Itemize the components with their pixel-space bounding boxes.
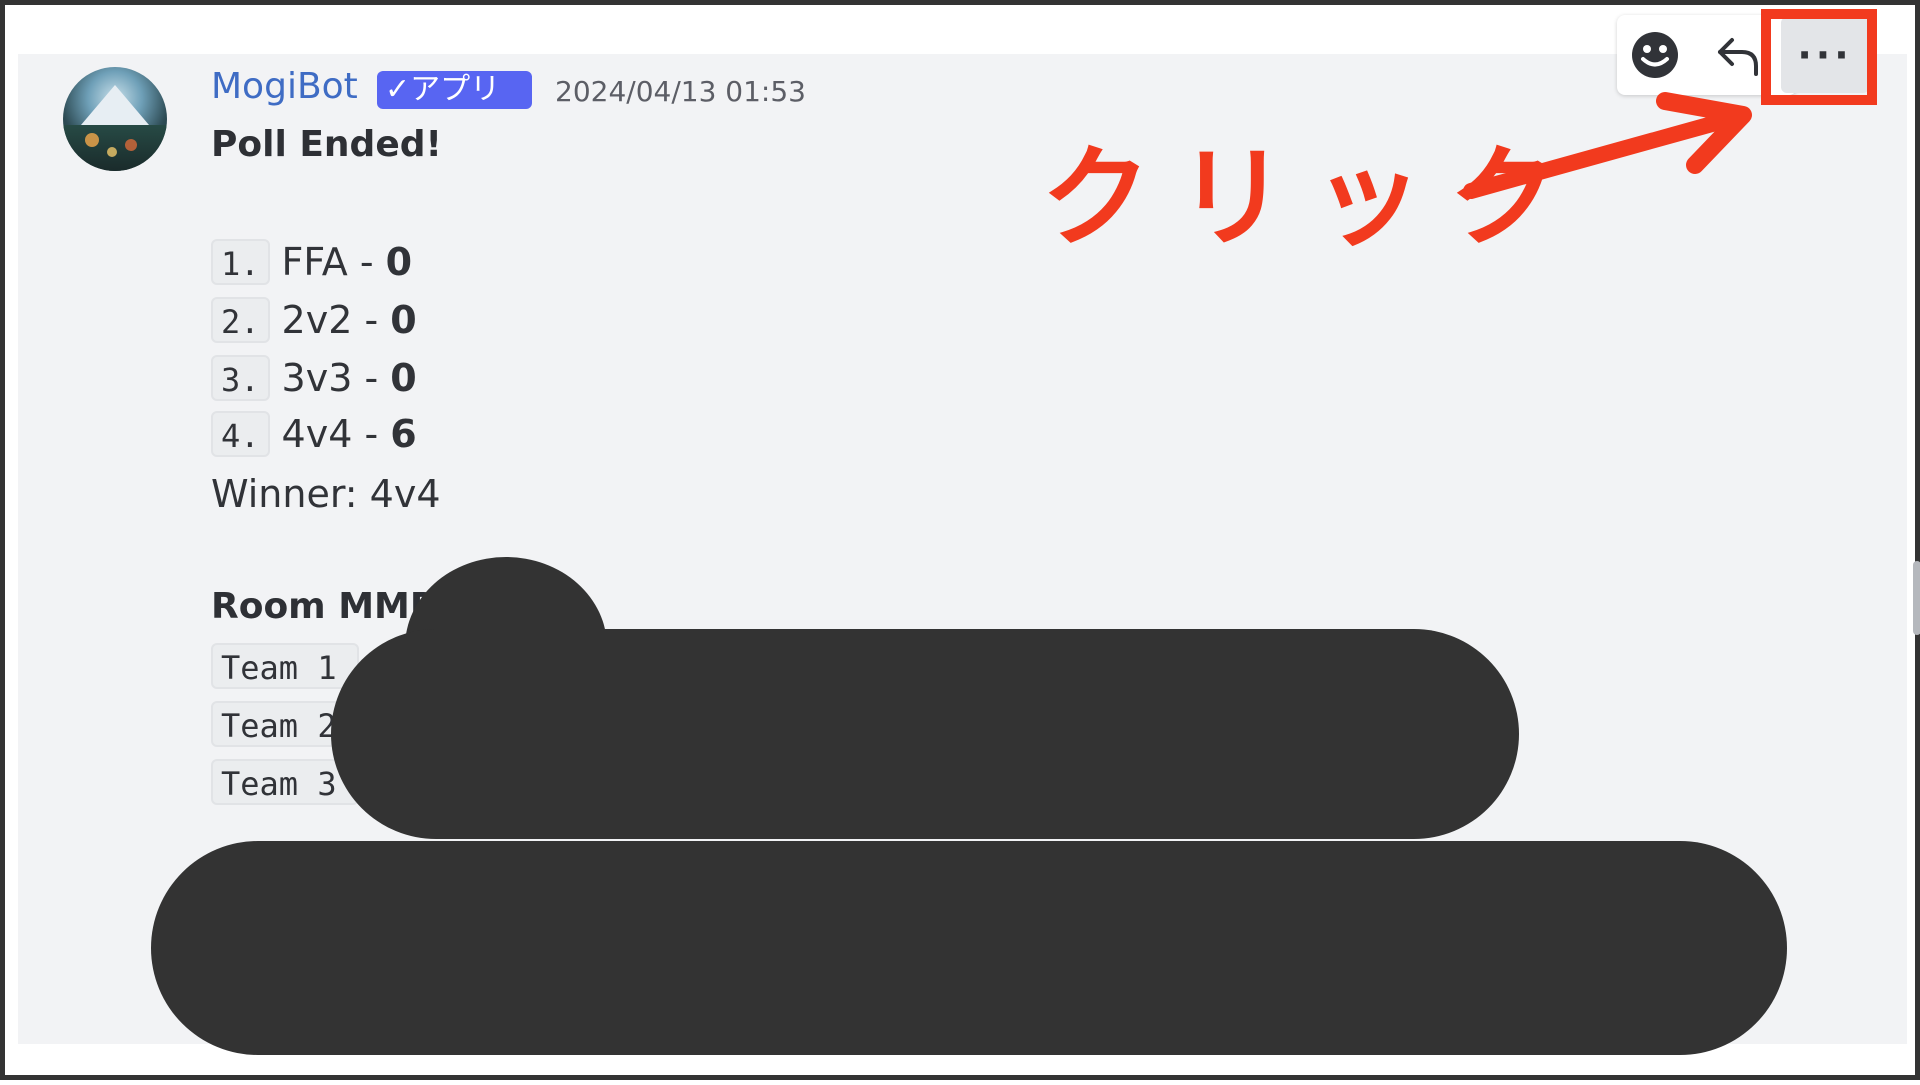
scrollbar-thumb[interactable] bbox=[1913, 561, 1920, 635]
screenshot-frame: MogiBot ✓アプリ 2024/04/13 01:53 Poll Ended… bbox=[0, 0, 1920, 1080]
arrow-icon bbox=[1463, 92, 1752, 199]
